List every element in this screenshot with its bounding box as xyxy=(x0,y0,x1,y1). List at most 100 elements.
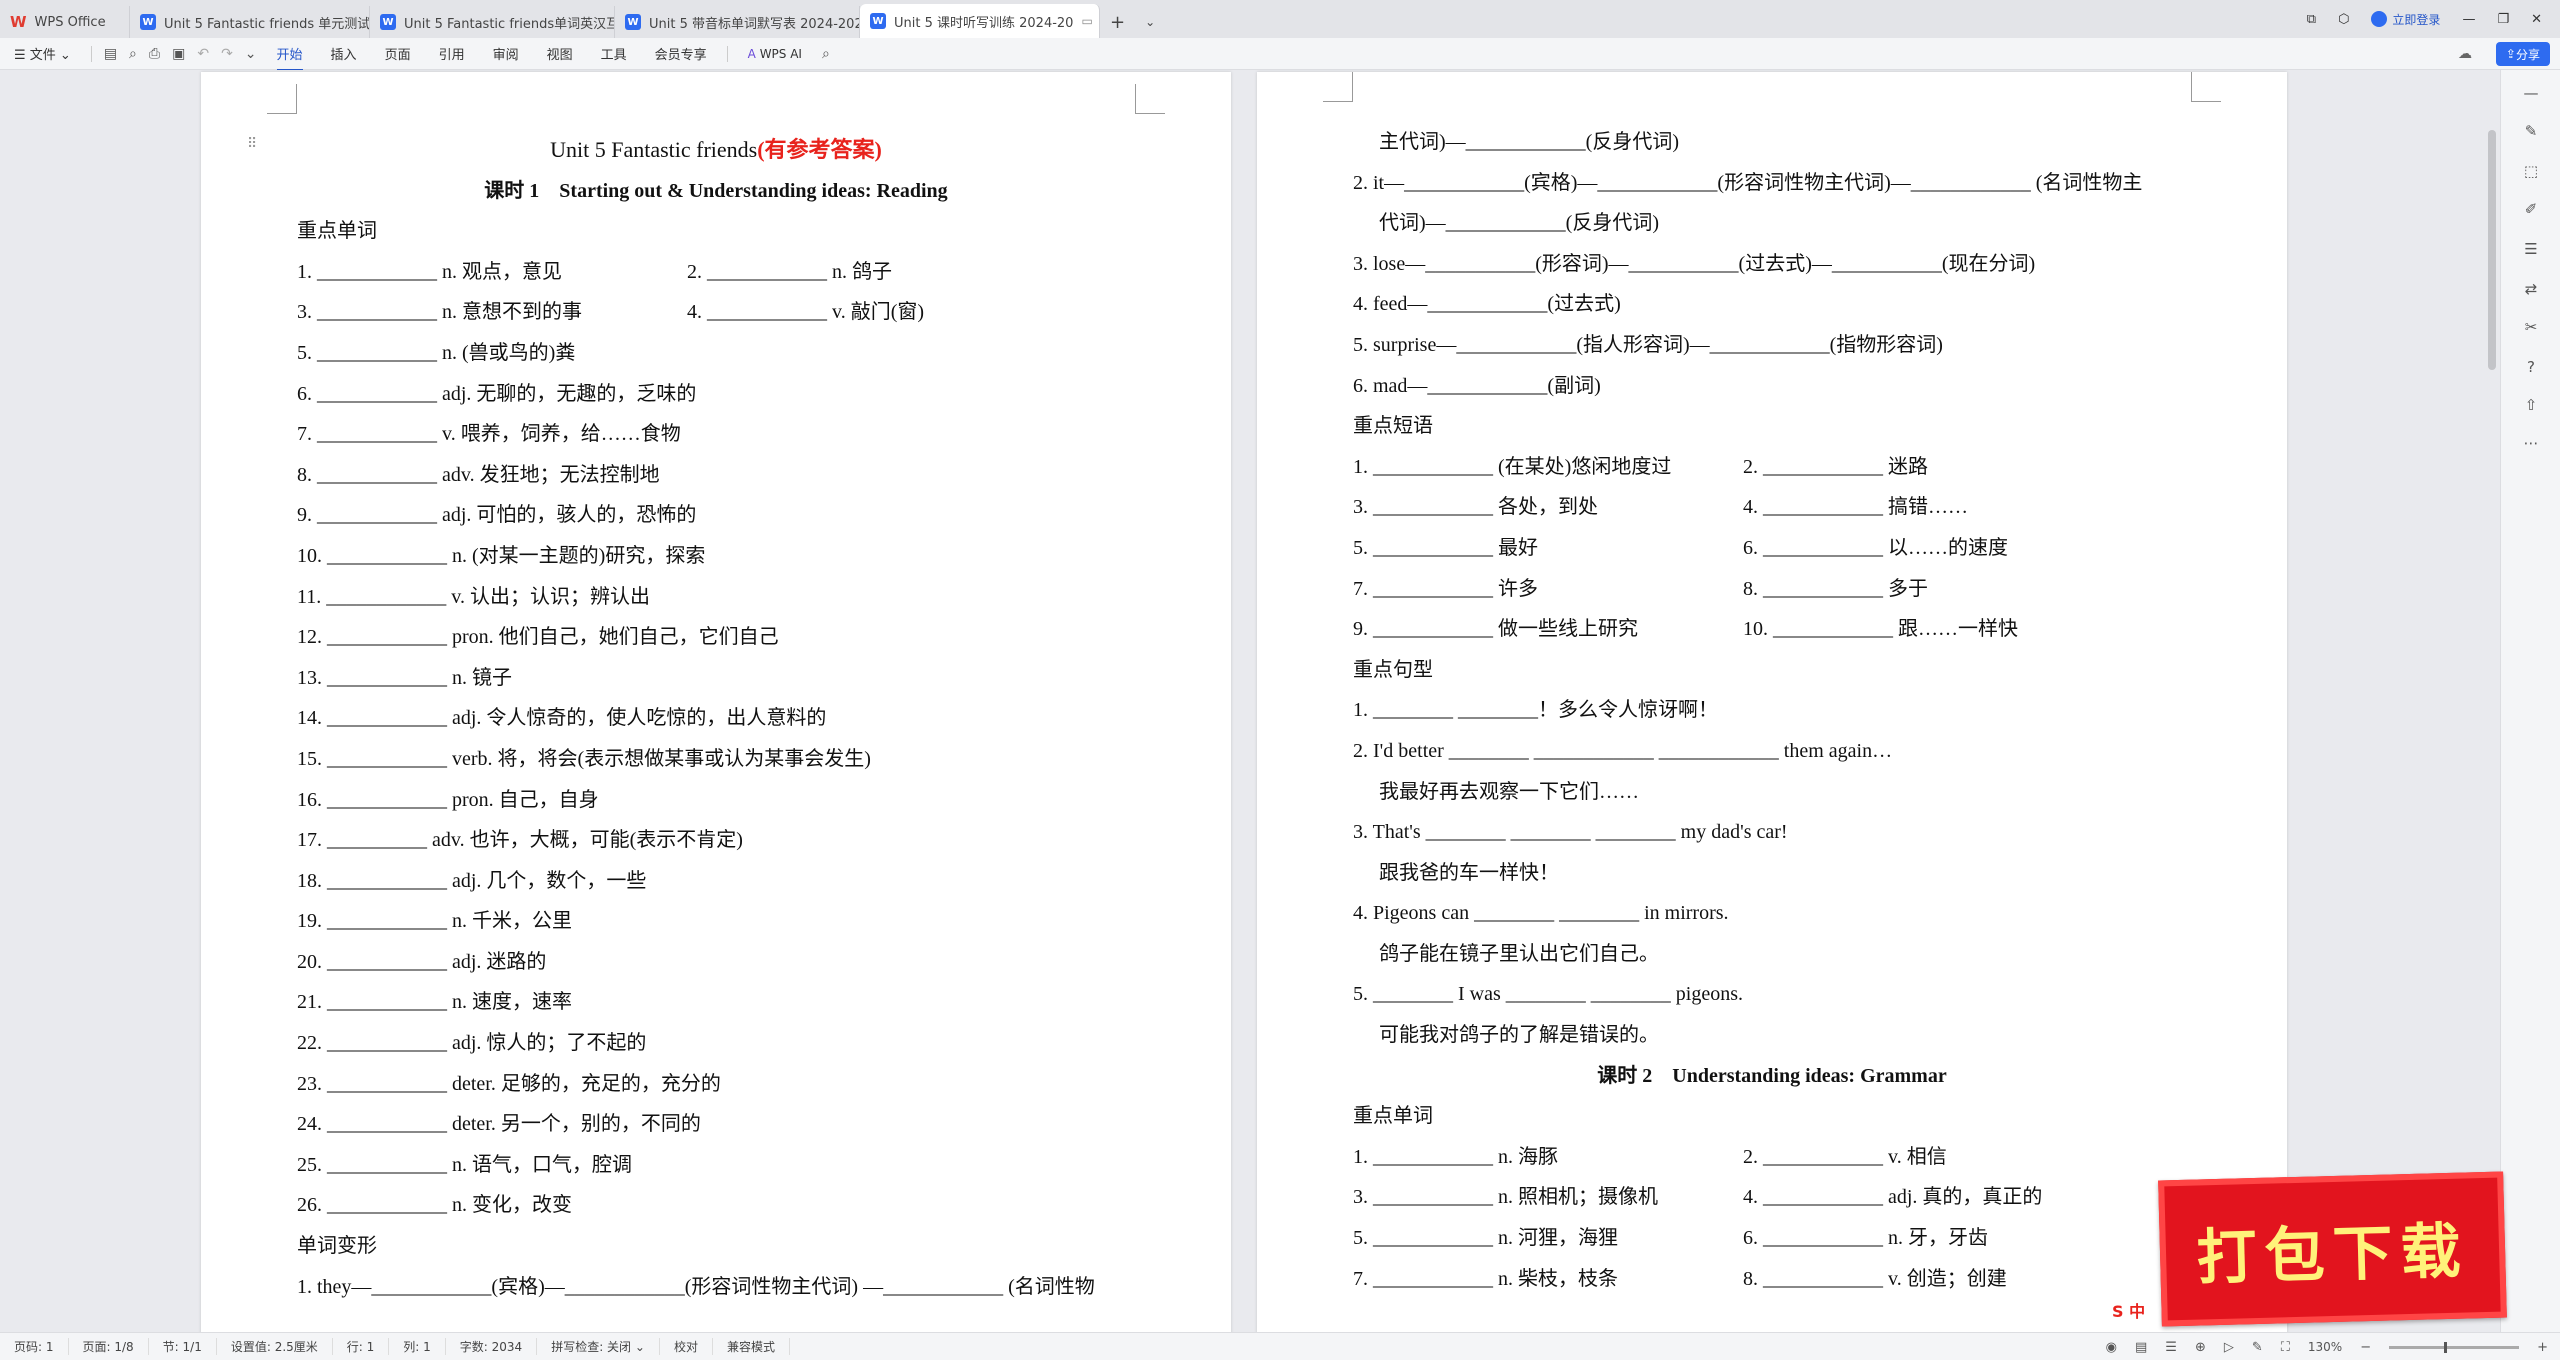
phrase-pair-row: 5. ____________ 最好 6. ____________ 以……的速度 xyxy=(1353,528,2191,569)
share-cloud-icon[interactable]: ⇧ xyxy=(2521,396,2541,416)
list-item: 2. ____________ 迷路 xyxy=(1743,455,1928,478)
status-word-count[interactable]: 字数: 2034 xyxy=(446,1338,538,1355)
cube-icon[interactable]: ⬡ xyxy=(2338,12,2349,27)
tab-wps-office[interactable]: W WPS Office xyxy=(0,6,130,38)
tab-label: Unit 5 Fantastic friends单词英汉互 xyxy=(404,16,615,32)
document-canvas[interactable]: ⠿ Unit 5 Fantastic friends(有参考答案) 课时 1 S… xyxy=(0,70,2500,1332)
list-item: 8. ____________ v. 创造；创建 xyxy=(1743,1267,2007,1290)
redo-icon[interactable]: ↷ xyxy=(215,46,239,62)
eye-protect-icon[interactable]: ◉ xyxy=(2106,1340,2117,1355)
list-item: 1. ____________ (在某处)悠闲地度过 xyxy=(1353,455,1672,478)
ribbon-tab-member[interactable]: 会员专享 xyxy=(641,44,721,63)
zoom-level[interactable]: 130% xyxy=(2308,1340,2342,1354)
vocab-item: 22. ____________ adj. 惊人的；了不起的 xyxy=(297,1032,647,1055)
zoom-in-icon[interactable]: + xyxy=(2537,1340,2548,1355)
list-item: 3. ____________ n. 照相机；摄像机 xyxy=(1353,1186,1658,1209)
vocab-pair-row: 1. ____________ n. 海豚 2. ____________ v. … xyxy=(1353,1137,2191,1178)
spell-check-toggle[interactable]: 拼写检查: 关闭 ⌄ xyxy=(537,1338,660,1355)
pin-window-icon[interactable]: ▭ xyxy=(1081,14,1092,28)
sentence-item: 5. ________ I was ________ ________ pige… xyxy=(1353,983,1743,1006)
share-button[interactable]: ⇪ 分享 xyxy=(2495,42,2550,66)
file-menu[interactable]: ☰ 文件 ⌄ xyxy=(0,44,85,63)
tab-document-2[interactable]: W Unit 5 Fantastic friends单词英汉互 xyxy=(370,6,615,38)
scrollbar-thumb[interactable] xyxy=(2488,130,2496,370)
document-title: Unit 5 Fantastic friends(有参考答案) xyxy=(297,130,1135,171)
cloud-sync-icon[interactable]: ☁ xyxy=(2458,46,2472,62)
new-tab-icon[interactable]: + xyxy=(1100,6,1135,38)
tab-bar: W WPS Office W Unit 5 Fantastic friends … xyxy=(0,0,2560,38)
fit-page-icon[interactable]: ⛶ xyxy=(2281,1340,2290,1355)
status-pages[interactable]: 页面: 1/8 xyxy=(69,1338,149,1355)
tools-icon[interactable]: ✂ xyxy=(2521,318,2541,338)
download-promo-badge[interactable]: 打包下载 xyxy=(2158,1171,2507,1327)
search-doc-icon[interactable]: ⌕ xyxy=(123,46,143,62)
more-icon[interactable]: ⋯ xyxy=(2521,434,2541,454)
window-layout-icon[interactable]: ⧉ xyxy=(2307,12,2316,27)
right-sidebar: — ✎ ⬚ ✐ ☰ ⇄ ✂ ? ⇧ ⋯ xyxy=(2500,70,2560,1332)
annotate-icon[interactable]: ✎ xyxy=(2252,1340,2263,1355)
vertical-scrollbar[interactable] xyxy=(2488,70,2496,1332)
play-icon[interactable]: ▷ xyxy=(2224,1340,2234,1355)
phrase-pair-row: 7. ____________ 许多 8. ____________ 多于 xyxy=(1353,569,2191,610)
drag-handle-icon[interactable]: ⠿ xyxy=(247,136,257,152)
title-answer-note: (有参考答案) xyxy=(757,137,882,162)
settings-sliders-icon[interactable]: ☰ xyxy=(2521,240,2541,260)
collapse-icon[interactable]: — xyxy=(2521,84,2541,104)
writer-doc-icon: W xyxy=(625,14,641,30)
tab-document-3[interactable]: W Unit 5 带音标单词默写表 2024-2025 xyxy=(615,6,860,38)
list-item: 3. ____________ 各处，到处 xyxy=(1353,496,1598,519)
promo-text: 打包下载 xyxy=(2195,1215,2470,1294)
help-icon[interactable]: ? xyxy=(2521,358,2541,378)
wps-ai-label: WPS AI xyxy=(759,46,802,61)
share-label: 分享 xyxy=(2515,47,2540,62)
page-1[interactable]: ⠿ Unit 5 Fantastic friends(有参考答案) 课时 1 S… xyxy=(201,72,1231,1332)
tab-list-chevron-icon[interactable]: ⌄ xyxy=(1135,6,1165,38)
print-preview-icon[interactable]: ▣ xyxy=(166,46,191,62)
more-chevron-icon[interactable]: ⌄ xyxy=(239,46,263,62)
select-icon[interactable]: ⬚ xyxy=(2521,162,2541,182)
vocab-item: 12. ____________ pron. 他们自己，她们自己，它们自己 xyxy=(297,626,779,649)
translate-icon[interactable]: ⇄ xyxy=(2521,280,2541,300)
sentence-item: 3. That's ________ ________ ________ my … xyxy=(1353,821,1788,844)
ai-icon: A xyxy=(747,46,760,61)
ribbon-tab-view[interactable]: 视图 xyxy=(533,44,587,63)
minimize-icon[interactable]: — xyxy=(2462,12,2475,27)
tab-document-1[interactable]: W Unit 5 Fantastic friends 单元测试小 xyxy=(130,6,370,38)
sentence-item: 可能我对鸽子的了解是错误的。 xyxy=(1379,1024,1659,1047)
wps-ai-button[interactable]: A WPS AI xyxy=(734,47,816,61)
section-heading: 重点单词 xyxy=(297,220,377,243)
edit-icon[interactable]: ✐ xyxy=(2521,200,2541,220)
login-label: 立即登录 xyxy=(2392,12,2441,27)
pen-icon[interactable]: ✎ xyxy=(2521,122,2541,142)
zoom-slider[interactable] xyxy=(2389,1341,2520,1353)
tab-label: Unit 5 Fantastic friends 单元测试小 xyxy=(164,16,370,32)
ribbon-tab-review[interactable]: 审阅 xyxy=(479,44,533,63)
list-item: 2. ____________ v. 相信 xyxy=(1743,1145,1947,1168)
search-icon[interactable]: ⌕ xyxy=(816,46,836,62)
print-icon[interactable]: ⎙ xyxy=(143,46,166,62)
save-icon[interactable]: ▤ xyxy=(98,46,123,62)
login-button[interactable]: 立即登录 xyxy=(2371,11,2440,28)
close-window-icon[interactable]: ✕ xyxy=(2531,12,2542,27)
vocab-pair-row: 7. ____________ n. 柴枝，枝条 8. ____________ … xyxy=(1353,1259,2191,1300)
page-view-icon[interactable]: ▤ xyxy=(2135,1340,2147,1355)
word-form-item: 主代词)—____________(反身代词) xyxy=(1379,131,1679,153)
ribbon-tab-references[interactable]: 引用 xyxy=(425,44,479,63)
undo-icon[interactable]: ↶ xyxy=(191,46,215,62)
vocab-item: 14. ____________ adj. 令人惊奇的，使人吃惊的，出人意料的 xyxy=(297,707,827,730)
ribbon-tab-page[interactable]: 页面 xyxy=(371,44,425,63)
vocab-item: 13. ____________ n. 镜子 xyxy=(297,666,512,689)
web-view-icon[interactable]: ⊕ xyxy=(2195,1340,2206,1355)
restore-icon[interactable]: ❐ xyxy=(2497,12,2509,27)
section-heading: 重点短语 xyxy=(1353,415,1433,438)
ribbon-tab-insert[interactable]: 插入 xyxy=(317,44,371,63)
ribbon-tab-home[interactable]: 开始 xyxy=(263,44,317,71)
page-2[interactable]: 主代词)—____________(反身代词) 2. it—___________… xyxy=(1257,72,2287,1332)
ribbon-toolbar: ☰ 文件 ⌄ ▤ ⌕ ⎙ ▣ ↶ ↷ ⌄ 开始 插入 页面 引用 审阅 视图 工… xyxy=(0,38,2560,71)
ribbon-tab-tools[interactable]: 工具 xyxy=(587,44,641,63)
zoom-out-icon[interactable]: − xyxy=(2360,1340,2371,1355)
proofread-button[interactable]: 校对 xyxy=(660,1338,713,1355)
tab-document-4-active[interactable]: W Unit 5 课时听写训练 2024-20 ▭ × xyxy=(860,4,1100,38)
outline-view-icon[interactable]: ☰ xyxy=(2165,1340,2177,1355)
list-item: 8. ____________ 多于 xyxy=(1743,577,1928,600)
